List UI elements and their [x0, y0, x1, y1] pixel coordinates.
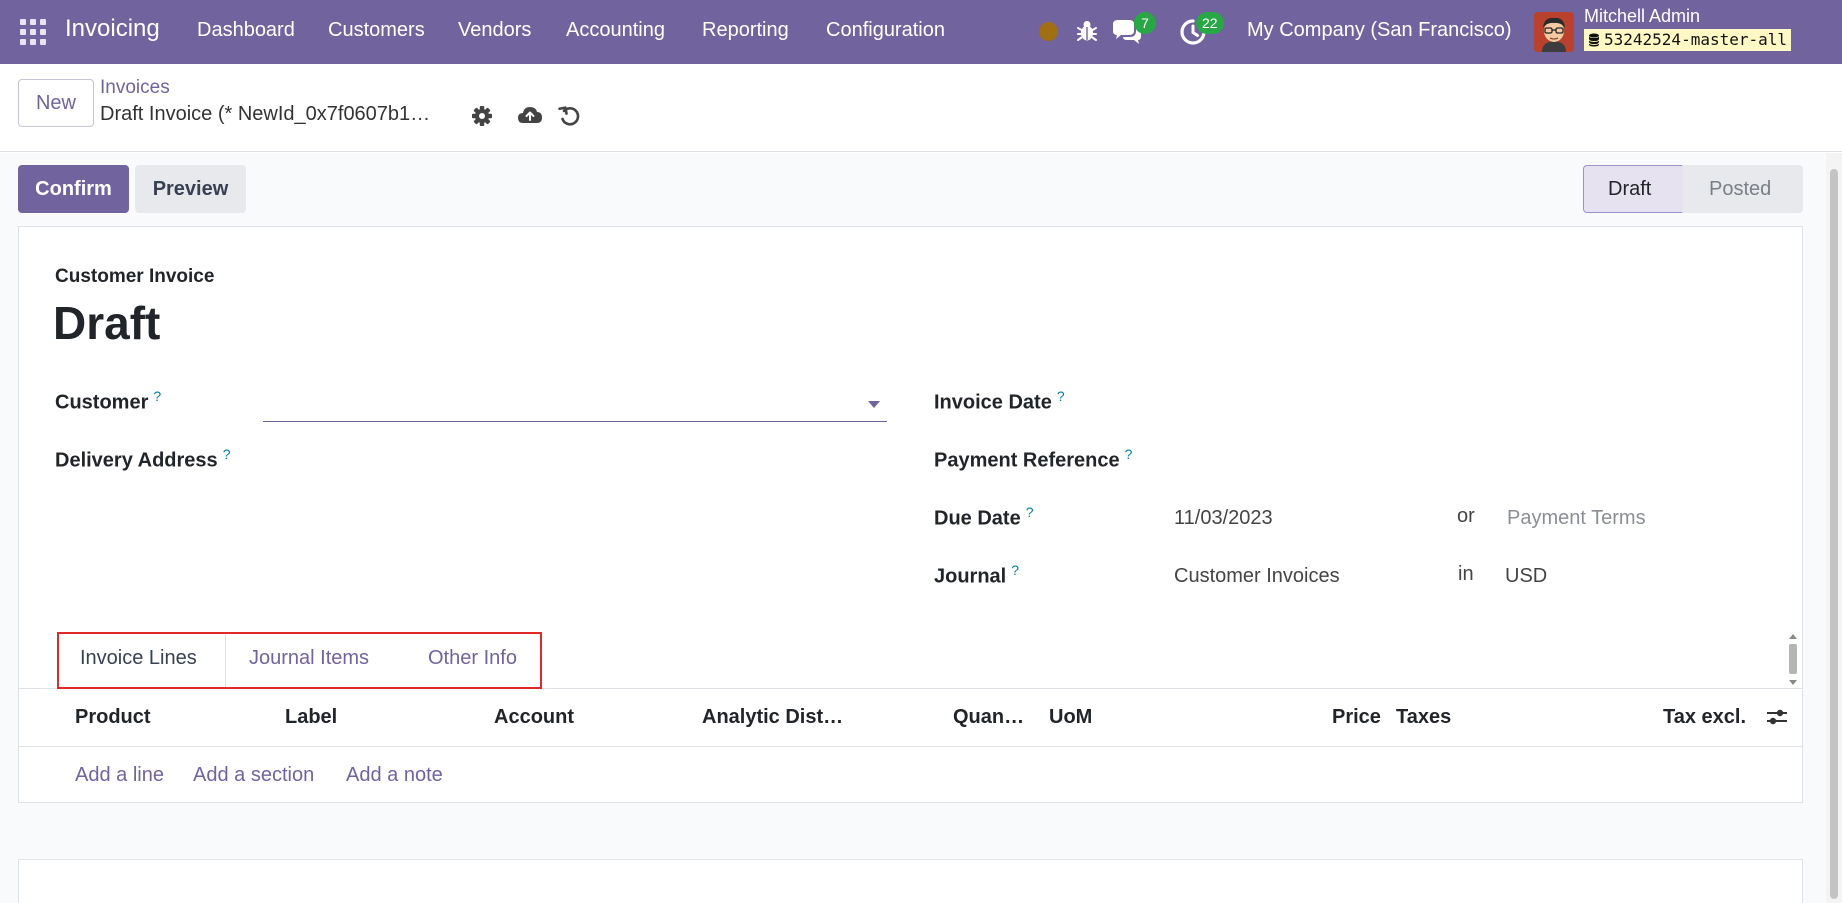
column-analytic-distribution[interactable]: Analytic Dist… [702, 706, 843, 729]
help-tooltip-icon[interactable]: ? [153, 388, 161, 404]
status-dot-icon[interactable] [1039, 22, 1058, 41]
delivery-address-label-text: Delivery Address [55, 449, 218, 472]
database-name: 53242524-master-all [1604, 30, 1788, 49]
database-icon [1588, 33, 1600, 47]
document-type-label: Customer Invoice [55, 266, 215, 287]
journal-in-text: in [1458, 563, 1474, 585]
page-scrollbar[interactable] [1826, 153, 1842, 903]
user-avatar[interactable] [1534, 12, 1574, 52]
stage-draft[interactable]: Draft [1583, 165, 1683, 213]
journal-label: Journal? [934, 562, 1019, 589]
tab-journal-items[interactable]: Journal Items [249, 647, 369, 670]
tab-other-info[interactable]: Other Info [428, 647, 517, 670]
menu-configuration[interactable]: Configuration [826, 19, 945, 42]
chevron-down-icon[interactable] [868, 401, 880, 408]
menu-customers[interactable]: Customers [328, 19, 425, 42]
table-header-divider [18, 746, 1803, 747]
menu-vendors[interactable]: Vendors [458, 19, 531, 42]
column-product[interactable]: Product [75, 706, 151, 729]
help-tooltip-icon[interactable]: ? [1057, 388, 1065, 404]
menu-accounting[interactable]: Accounting [566, 19, 665, 42]
messages-count-badge: 7 [1134, 12, 1156, 34]
customer-input[interactable] [263, 392, 887, 422]
table-row-divider [18, 859, 1803, 860]
preview-button[interactable]: Preview [135, 165, 246, 213]
invoice-date-label: Invoice Date? [934, 388, 1065, 415]
add-note-link[interactable]: Add a note [346, 764, 443, 787]
currency-input[interactable]: USD [1505, 565, 1547, 588]
payment-reference-label-text: Payment Reference [934, 449, 1120, 472]
add-section-link[interactable]: Add a section [193, 764, 314, 787]
help-tooltip-icon[interactable]: ? [1011, 562, 1019, 578]
control-panel: New Invoices Draft Invoice (* NewId_0x7f… [0, 64, 1842, 152]
column-tax-excl[interactable]: Tax excl. [1663, 706, 1746, 729]
tab-invoice-lines[interactable]: Invoice Lines [80, 647, 197, 670]
customer-label-text: Customer [55, 391, 149, 414]
page-scrollbar-thumb[interactable] [1830, 169, 1838, 899]
stage-posted[interactable]: Posted [1683, 165, 1803, 213]
breadcrumb-current-record: Draft Invoice (* NewId_0x7f0607b1… [100, 103, 431, 125]
gear-icon[interactable] [468, 102, 496, 130]
app-menu-grid-icon[interactable] [20, 19, 46, 45]
invoice-date-label-text: Invoice Date [934, 391, 1052, 414]
save-cloud-icon[interactable] [516, 102, 544, 130]
due-date-label-text: Due Date [934, 507, 1021, 530]
optional-columns-toggle-icon[interactable] [1765, 705, 1789, 729]
menu-reporting[interactable]: Reporting [702, 19, 789, 42]
debug-bug-icon[interactable] [1069, 14, 1105, 50]
column-price[interactable]: Price [1332, 706, 1381, 729]
activities-count-badge: 22 [1196, 12, 1224, 34]
journal-label-text: Journal [934, 565, 1007, 588]
menu-dashboard[interactable]: Dashboard [197, 19, 295, 42]
status-pipeline: Draft Posted [1583, 165, 1803, 213]
delivery-address-label: Delivery Address? [55, 446, 230, 473]
column-account[interactable]: Account [494, 706, 574, 729]
app-name[interactable]: Invoicing [65, 15, 160, 43]
journal-input[interactable]: Customer Invoices [1174, 565, 1340, 588]
due-date-input[interactable]: 11/03/2023 [1174, 507, 1273, 530]
column-label[interactable]: Label [285, 706, 337, 729]
new-button[interactable]: New [18, 79, 94, 127]
database-badge: 53242524-master-all [1584, 29, 1792, 51]
tabs-scrollbar[interactable] [1786, 632, 1800, 688]
column-uom[interactable]: UoM [1049, 706, 1092, 729]
top-navbar: Invoicing Dashboard Customers Vendors Ac… [0, 0, 1842, 64]
column-taxes[interactable]: Taxes [1396, 706, 1451, 729]
document-title: Draft [53, 297, 161, 349]
user-name[interactable]: Mitchell Admin [1584, 6, 1700, 27]
add-line-link[interactable]: Add a line [75, 764, 164, 787]
help-tooltip-icon[interactable]: ? [223, 446, 231, 462]
payment-reference-label: Payment Reference? [934, 446, 1132, 473]
confirm-button[interactable]: Confirm [18, 165, 129, 213]
customer-label: Customer? [55, 388, 161, 415]
help-tooltip-icon[interactable]: ? [1125, 446, 1133, 462]
help-tooltip-icon[interactable]: ? [1026, 504, 1034, 520]
table-empty-row [18, 803, 1803, 860]
company-switcher[interactable]: My Company (San Francisco) [1247, 19, 1512, 42]
due-date-label: Due Date? [934, 504, 1034, 531]
payment-terms-input[interactable]: Payment Terms [1507, 507, 1646, 530]
due-date-or-text: or [1457, 505, 1475, 527]
discard-undo-icon[interactable] [556, 102, 584, 130]
breadcrumb-invoices-link[interactable]: Invoices [100, 77, 170, 99]
tab-separator [225, 634, 226, 687]
column-quantity[interactable]: Quan… [953, 706, 1024, 729]
